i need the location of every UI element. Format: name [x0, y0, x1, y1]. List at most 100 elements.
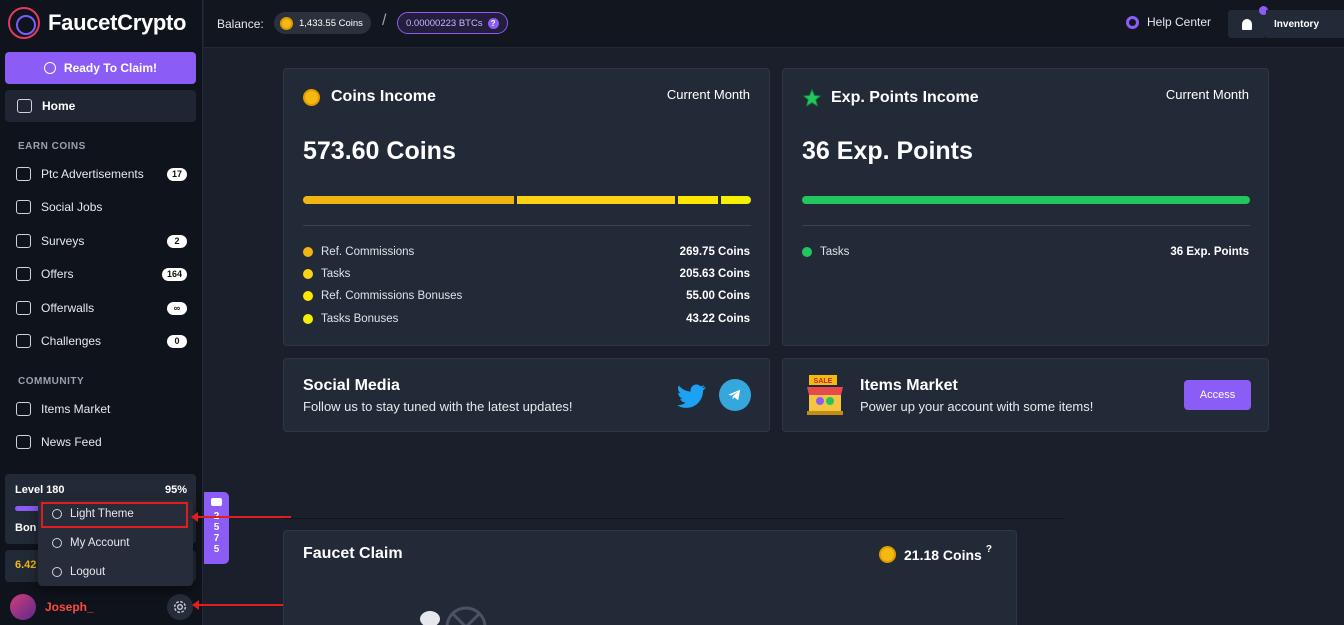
user-icon — [52, 538, 62, 548]
income-row-value: 36 Exp. Points — [1170, 246, 1249, 258]
access-button[interactable]: Access — [1184, 380, 1251, 410]
chat-count-digit: 7 — [213, 533, 220, 544]
social-media-card: Social Media Follow us to stay tuned wit… — [283, 358, 770, 432]
divider — [283, 518, 1064, 519]
help-icon[interactable]: ? — [487, 17, 499, 29]
legend-dot — [303, 247, 313, 257]
sidebar-item-challenges[interactable]: Challenges 0 — [16, 330, 187, 352]
sidebar-item-home[interactable]: Home — [5, 90, 196, 122]
exp-income-card: Exp. Points Income Current Month 36 Exp.… — [782, 68, 1269, 346]
logo[interactable]: FaucetCrypto — [8, 6, 187, 40]
help-icon[interactable]: ? — [986, 544, 992, 555]
sidebar-item-items-market[interactable]: Items Market — [16, 398, 187, 420]
top-bar: Balance: 1,433.55 Coins / 0.00000223 BTC… — [204, 0, 1344, 48]
btc-balance-value: 0.00000223 BTCs — [406, 17, 483, 29]
coins-income-bar — [303, 196, 751, 204]
bar-segment-task-bonuses — [721, 196, 751, 204]
sidebar-item-offers[interactable]: Offers 164 — [16, 263, 187, 285]
sale-label: SALE — [814, 378, 833, 385]
telegram-button[interactable] — [719, 379, 751, 411]
annotation-arrow — [191, 512, 291, 522]
coins-income-card: Coins Income Current Month 573.60 Coins … — [283, 68, 770, 346]
coins-balance-pill[interactable]: 1,433.55 Coins — [274, 12, 371, 34]
logo-text: FaucetCrypto — [48, 10, 187, 35]
inventory-button[interactable]: Inventory — [1266, 10, 1344, 38]
income-row-value: 205.63 Coins — [679, 268, 750, 280]
sidebar-item-offerwalls[interactable]: Offerwalls ∞ — [16, 297, 187, 319]
balance-separator: / — [382, 12, 387, 29]
coins-income-period: Current Month — [666, 87, 750, 102]
exp-income-title: Exp. Points Income — [802, 88, 979, 108]
items-market-subtitle: Power up your account with some items! — [860, 399, 1094, 414]
legend-dot — [303, 269, 313, 279]
sidebar-item-label: Offers — [41, 267, 74, 281]
ticket-icon — [16, 267, 31, 281]
inventory-label: Inventory — [1274, 18, 1320, 30]
social-media-subtitle: Follow us to stay tuned with the latest … — [303, 399, 573, 414]
divider — [802, 225, 1250, 226]
help-center-label: Help Center — [1147, 15, 1212, 29]
income-row: Tasks — [802, 246, 849, 258]
help-center-link[interactable]: Help Center — [1126, 15, 1211, 29]
faucet-claim-card: Faucet Claim 21.18 Coins ? — [283, 530, 1017, 625]
income-row: Ref. Commissions Bonuses — [303, 290, 462, 302]
coin-icon — [303, 88, 320, 106]
sidebar-item-ptc-advertisements[interactable]: Ptc Advertisements 17 — [16, 163, 187, 185]
coins-balance-value: 1,433.55 Coins — [299, 17, 363, 29]
twitter-icon[interactable] — [674, 379, 708, 413]
coins-income-total: 573.60 Coins — [303, 137, 456, 165]
user-row: Joseph_ — [10, 594, 193, 620]
income-row-value: 269.75 Coins — [679, 246, 750, 258]
lifebuoy-icon — [1126, 15, 1139, 29]
income-row: Tasks Bonuses — [303, 313, 398, 325]
count-badge: 17 — [166, 167, 187, 181]
divider — [303, 225, 751, 226]
chat-icon — [16, 234, 31, 248]
sidebar-item-social-jobs[interactable]: Social Jobs — [16, 196, 187, 218]
telegram-icon — [728, 389, 741, 401]
chat-bubble-icon — [211, 498, 222, 506]
coins-income-title: Coins Income — [303, 88, 436, 106]
exp-income-period: Current Month — [1165, 87, 1249, 102]
count-badge: 164 — [161, 267, 187, 281]
earn-coins-section-title: EARN COINS — [18, 141, 86, 152]
income-row: Ref. Commissions — [303, 246, 414, 258]
home-icon — [17, 99, 32, 113]
coin-balance-value: 6.42 — [15, 559, 37, 571]
count-badge: 0 — [167, 334, 187, 348]
level-bonus-text: Bon — [15, 522, 37, 534]
chat-tab[interactable]: 2 5 7 5 — [204, 492, 229, 564]
menu-item-logout[interactable]: Logout — [38, 559, 193, 585]
income-row-value: 43.22 Coins — [686, 313, 750, 325]
coin-icon — [879, 546, 896, 563]
btc-balance-pill[interactable]: 0.00000223 BTCs ? — [397, 12, 508, 34]
bar-segment-ref-commissions — [303, 196, 514, 204]
income-row-label: Tasks — [820, 246, 850, 258]
logo-icon — [8, 7, 40, 39]
level-row: Level 180 95% — [15, 484, 187, 496]
exp-income-total: 36 Exp. Points — [802, 137, 973, 165]
sidebar-item-surveys[interactable]: Surveys 2 — [16, 230, 187, 252]
star-icon — [802, 88, 822, 107]
bell-icon — [1242, 18, 1252, 30]
chat-count-digit: 5 — [213, 522, 220, 533]
document-icon — [16, 301, 31, 315]
briefcase-icon — [16, 200, 31, 214]
menu-item-my-account[interactable]: My Account — [38, 530, 193, 556]
sidebar-item-label: Home — [42, 99, 76, 113]
faucet-illustration — [420, 606, 487, 625]
avatar[interactable] — [10, 594, 36, 620]
sidebar-item-label: Items Market — [41, 402, 111, 416]
username[interactable]: Joseph_ — [45, 600, 167, 614]
community-section-title: COMMUNITY — [18, 376, 85, 387]
legend-dot — [303, 291, 313, 301]
income-row-label: Tasks — [321, 268, 351, 280]
annotation-highlight-box — [41, 502, 188, 528]
ready-to-claim-button[interactable]: Ready To Claim! — [5, 52, 196, 84]
bar-segment-tasks — [517, 196, 675, 204]
level-percent: 95% — [164, 484, 187, 496]
legend-dot — [303, 314, 313, 324]
sidebar-item-news-feed[interactable]: News Feed — [16, 431, 187, 453]
settings-button[interactable] — [167, 594, 193, 620]
list-icon — [16, 167, 31, 181]
